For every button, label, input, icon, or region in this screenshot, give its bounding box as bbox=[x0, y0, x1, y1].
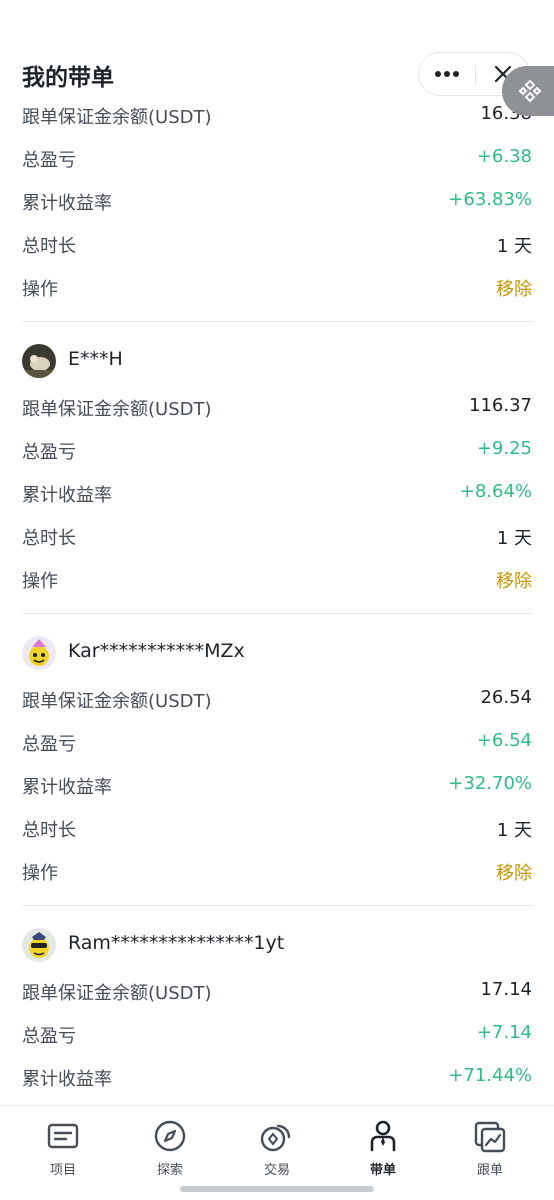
trade-icon bbox=[260, 1124, 291, 1152]
row-value: 17.14 bbox=[480, 979, 532, 1000]
row-value: +8.64% bbox=[459, 481, 532, 502]
total-pnl-row: 总盈亏 +9.25 bbox=[0, 429, 554, 472]
row-label: 跟单保证金余额(USDT) bbox=[22, 691, 212, 712]
divider bbox=[22, 613, 532, 614]
lead-person-icon bbox=[370, 1120, 396, 1152]
remove-button[interactable]: 移除 bbox=[496, 567, 532, 593]
row-label: 操作 bbox=[22, 863, 58, 884]
copy-chart-icon bbox=[474, 1121, 506, 1153]
row-value: 26.54 bbox=[480, 687, 532, 708]
list-icon bbox=[47, 1123, 79, 1149]
cumulative-return-row: 累计收益率 +63.83% bbox=[0, 180, 554, 223]
avatar bbox=[22, 928, 56, 962]
row-value: 1 天 bbox=[496, 236, 532, 257]
more-dots-icon bbox=[435, 71, 459, 77]
divider bbox=[22, 321, 532, 322]
remove-button[interactable]: 移除 bbox=[496, 859, 532, 885]
home-indicator bbox=[180, 1186, 374, 1192]
divider bbox=[22, 905, 532, 906]
trader-header[interactable]: Ram***************1yt bbox=[0, 916, 554, 970]
cumulative-return-row: 累计收益率 +71.44% bbox=[0, 1056, 554, 1099]
row-label: 操作 bbox=[22, 571, 58, 592]
action-row: 操作 移除 bbox=[0, 850, 554, 893]
cumulative-return-row: 累计收益率 +8.64% bbox=[0, 472, 554, 515]
duration-row: 总时长 1 天 bbox=[0, 223, 554, 266]
row-label: 总时长 bbox=[22, 236, 76, 257]
remove-button[interactable]: 移除 bbox=[496, 275, 532, 301]
tab-trade[interactable]: 交易 bbox=[237, 1118, 317, 1178]
page-title: 我的带单 bbox=[22, 65, 114, 91]
margin-balance-row: 跟单保证金余额(USDT) 26.54 bbox=[0, 678, 554, 721]
tab-lead-trading[interactable]: 带单 bbox=[343, 1118, 423, 1178]
row-value: +7.14 bbox=[476, 1022, 532, 1043]
tab-label: 交易 bbox=[263, 1163, 290, 1178]
row-label: 累计收益率 bbox=[22, 193, 112, 214]
trader-card: E***H 跟单保证金余额(USDT) 116.37 总盈亏 +9.25 累计收… bbox=[0, 332, 554, 614]
row-value: +6.38 bbox=[476, 146, 532, 167]
header: 我的带单 bbox=[0, 40, 554, 106]
tab-label: 跟单 bbox=[476, 1163, 503, 1178]
avatar bbox=[22, 344, 56, 378]
row-label: 跟单保证金余额(USDT) bbox=[22, 107, 212, 128]
row-label: 总时长 bbox=[22, 528, 76, 549]
total-pnl-row: 总盈亏 +6.38 bbox=[0, 137, 554, 180]
row-label: 跟单保证金余额(USDT) bbox=[22, 983, 212, 1004]
margin-balance-row: 跟单保证金余额(USDT) 116.37 bbox=[0, 386, 554, 429]
trader-card: Kar***********MZx 跟单保证金余额(USDT) 26.54 总盈… bbox=[0, 624, 554, 906]
row-value: +71.44% bbox=[448, 1065, 532, 1086]
floating-binance-button[interactable] bbox=[502, 66, 554, 116]
tab-label: 项目 bbox=[49, 1163, 76, 1178]
row-label: 跟单保证金余额(USDT) bbox=[22, 399, 212, 420]
duration-row: 总时长 1 天 bbox=[0, 807, 554, 850]
margin-balance-row: 跟单保证金余额(USDT) 17.14 bbox=[0, 970, 554, 1013]
more-button[interactable] bbox=[419, 53, 475, 95]
row-value: +63.83% bbox=[448, 189, 532, 210]
cumulative-return-row: 累计收益率 +32.70% bbox=[0, 764, 554, 807]
row-label: 总盈亏 bbox=[22, 150, 76, 171]
row-value: 1 天 bbox=[496, 820, 532, 841]
trader-card: 跟单保证金余额(USDT) 16.38 总盈亏 +6.38 累计收益率 +63.… bbox=[0, 94, 554, 322]
compass-icon bbox=[154, 1120, 186, 1152]
row-value: 1 天 bbox=[496, 528, 532, 549]
row-label: 累计收益率 bbox=[22, 1069, 112, 1090]
tab-projects[interactable]: 项目 bbox=[23, 1118, 103, 1178]
tab-label: 探索 bbox=[156, 1163, 183, 1178]
row-value: +32.70% bbox=[448, 773, 532, 794]
total-pnl-row: 总盈亏 +6.54 bbox=[0, 721, 554, 764]
row-label: 总盈亏 bbox=[22, 734, 76, 755]
lead-list: 跟单保证金余额(USDT) 16.38 总盈亏 +6.38 累计收益率 +63.… bbox=[0, 94, 554, 1099]
avatar bbox=[22, 636, 56, 670]
tab-copy-trading[interactable]: 跟单 bbox=[450, 1118, 530, 1178]
row-label: 总盈亏 bbox=[22, 442, 76, 463]
row-value: +9.25 bbox=[476, 438, 532, 459]
row-label: 总盈亏 bbox=[22, 1026, 76, 1047]
row-label: 累计收益率 bbox=[22, 777, 112, 798]
tab-explore[interactable]: 探索 bbox=[130, 1118, 210, 1178]
row-label: 累计收益率 bbox=[22, 485, 112, 506]
trader-name: Ram***************1yt bbox=[68, 932, 285, 954]
row-value: +6.54 bbox=[476, 730, 532, 751]
trader-card: Ram***************1yt 跟单保证金余额(USDT) 17.1… bbox=[0, 916, 554, 1099]
trader-header[interactable]: Kar***********MZx bbox=[0, 624, 554, 678]
row-value: 116.37 bbox=[469, 395, 532, 416]
trader-header[interactable]: E***H bbox=[0, 332, 554, 386]
trader-name: E***H bbox=[68, 348, 123, 370]
duration-row: 总时长 1 天 bbox=[0, 515, 554, 558]
trader-name: Kar***********MZx bbox=[68, 640, 245, 662]
row-label: 总时长 bbox=[22, 820, 76, 841]
binance-logo-icon bbox=[518, 79, 542, 103]
row-label: 操作 bbox=[22, 279, 58, 300]
action-row: 操作 移除 bbox=[0, 266, 554, 309]
tab-label: 带单 bbox=[369, 1163, 396, 1178]
action-row: 操作 移除 bbox=[0, 558, 554, 601]
total-pnl-row: 总盈亏 +7.14 bbox=[0, 1013, 554, 1056]
